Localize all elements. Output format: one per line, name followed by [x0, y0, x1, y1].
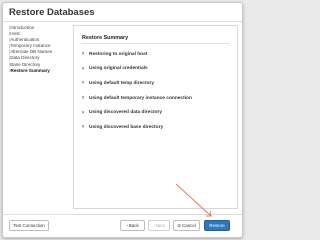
summary-item[interactable]: › Using discovered base directory	[82, 120, 192, 135]
next-button[interactable]: › Next	[148, 220, 170, 231]
cancel-button[interactable]: ⊘ Cancel	[173, 220, 200, 231]
summary-list: › Restoring to original host › Using origi…	[82, 47, 192, 135]
back-button[interactable]: ‹ Back	[120, 220, 145, 231]
test-connection-button[interactable]: Test Connection	[9, 220, 49, 231]
summary-item[interactable]: › Using original credentials	[82, 62, 192, 77]
chevron-right-icon: ›	[82, 124, 84, 131]
summary-divider	[81, 43, 230, 44]
summary-title: Restore Summary	[82, 35, 129, 41]
chevron-right-icon: ›	[153, 223, 155, 228]
restore-button[interactable]: Restore	[204, 220, 230, 231]
chevron-right-icon: ›	[82, 65, 84, 72]
title-divider	[3, 21, 242, 22]
summary-item[interactable]: › Restoring to original host	[82, 47, 192, 62]
summary-item[interactable]: › Using default temp directory	[82, 76, 192, 91]
chevron-right-icon: ›	[82, 109, 84, 116]
cancel-circle-icon: ⊘	[177, 222, 182, 228]
chevron-right-icon: ›	[82, 95, 84, 102]
summary-item[interactable]: › Using discovered data directory	[82, 105, 192, 120]
annotation-arrow-icon	[175, 183, 212, 217]
step-restore-summary[interactable]: ›Restore Summary	[9, 68, 71, 74]
wizard-steps-nav: |Introduction |Host |Authentication |Tem…	[9, 25, 71, 74]
dialog-title: Restore Databases	[9, 7, 95, 18]
chevron-right-icon: ›	[82, 51, 84, 58]
summary-item[interactable]: › Using default temporary instance connec…	[82, 91, 192, 106]
chevron-right-icon: ›	[82, 80, 84, 87]
restore-databases-dialog: Restore Databases |Introduction |Host |A…	[2, 2, 243, 238]
chevron-left-icon: ‹	[126, 223, 128, 228]
